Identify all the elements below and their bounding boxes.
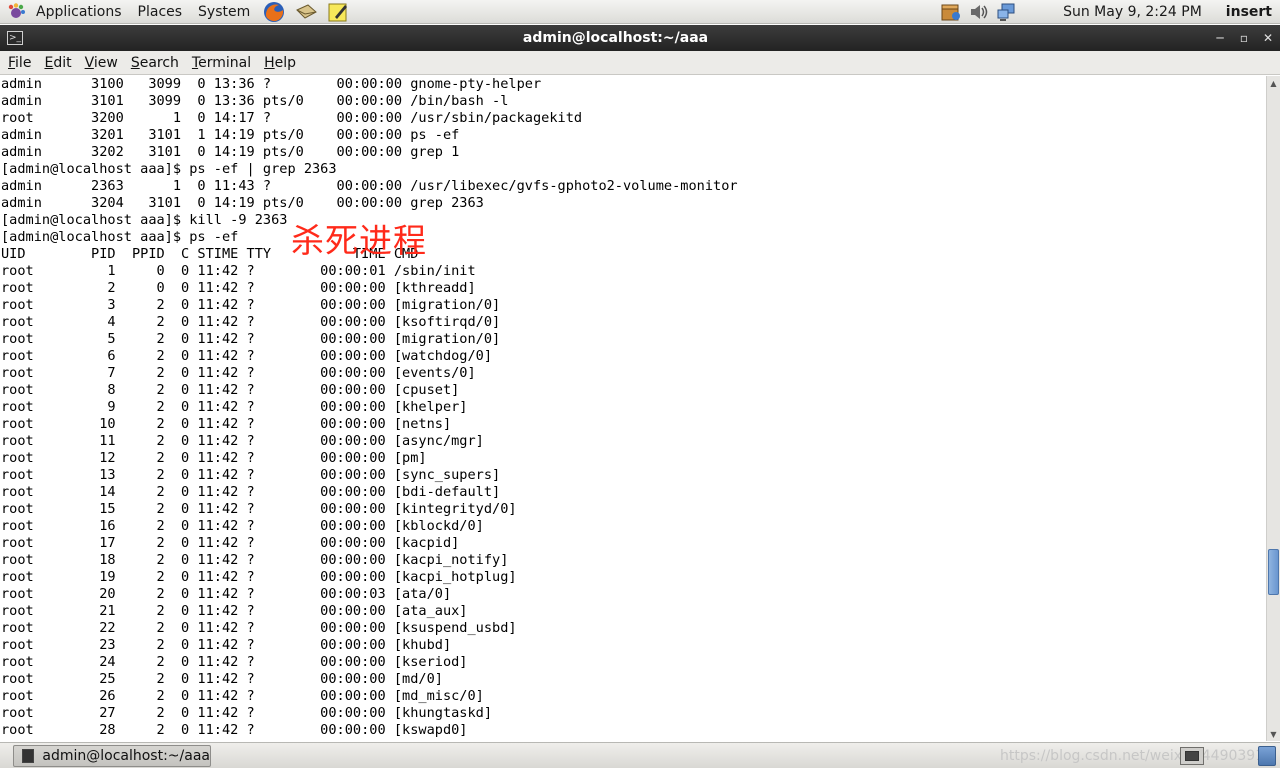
menu-search[interactable]: Search — [123, 51, 184, 75]
terminal-line: root 4 2 0 11:42 ? 00:00:00 [ksoftirqd/0… — [1, 314, 501, 330]
terminal-line: root 12 2 0 11:42 ? 00:00:00 [pm] — [1, 450, 427, 466]
window-titlebar[interactable]: >_ admin@localhost:~/aaa ─ ▫ ✕ — [0, 25, 1280, 51]
terminal-line: root 26 2 0 11:42 ? 00:00:00 [md_misc/0] — [1, 688, 484, 704]
terminal-task-icon — [22, 748, 35, 763]
scrollbar-thumb[interactable] — [1268, 549, 1279, 595]
scroll-up-icon[interactable]: ▲ — [1267, 76, 1280, 90]
terminal-line: root 10 2 0 11:42 ? 00:00:00 [netns] — [1, 416, 452, 432]
menu-search-label: earch — [139, 54, 179, 71]
menu-search-mnemonic: S — [130, 54, 140, 71]
terminal-line: admin 2363 1 0 11:43 ? 00:00:00 /usr/lib… — [1, 178, 738, 194]
terminal-line: root 20 2 0 11:42 ? 00:00:03 [ata/0] — [1, 586, 452, 602]
menu-help-label: elp — [274, 54, 297, 71]
applications-menu[interactable]: Applications — [28, 0, 130, 24]
menu-help[interactable]: Help — [256, 51, 301, 75]
terminal-line: root 27 2 0 11:42 ? 00:00:00 [khungtaskd… — [1, 705, 493, 721]
menu-view[interactable]: View — [77, 51, 123, 75]
menu-edit-label: dit — [53, 54, 72, 71]
terminal-line: root 8 2 0 11:42 ? 00:00:00 [cpuset] — [1, 382, 460, 398]
terminal-line: root 19 2 0 11:42 ? 00:00:00 [kacpi_hotp… — [1, 569, 517, 585]
text-editor-icon[interactable] — [325, 1, 351, 23]
menu-edit-mnemonic: E — [44, 54, 54, 71]
package-updater-icon[interactable] — [939, 1, 963, 23]
terminal-line: root 16 2 0 11:42 ? 00:00:00 [kblockd/0] — [1, 518, 484, 534]
top-panel: Applications Places System Sun May 9, 2:… — [0, 0, 1280, 24]
menu-file-mnemonic: F — [8, 54, 16, 71]
terminal-line: root 2 0 0 11:42 ? 00:00:00 [kthreadd] — [1, 280, 476, 296]
terminal-text: admin 3100 3099 0 13:36 ? 00:00:00 gnome… — [0, 76, 1266, 739]
terminal-line: root 17 2 0 11:42 ? 00:00:00 [kacpid] — [1, 535, 460, 551]
terminal-menubar: File Edit View Search Terminal Help — [0, 51, 1280, 75]
menu-file[interactable]: File — [0, 51, 36, 75]
kill-process-annotation: 杀死进程 — [291, 221, 427, 260]
menu-edit[interactable]: Edit — [36, 51, 76, 75]
scroll-down-icon[interactable]: ▼ — [1267, 727, 1280, 741]
keyboard-mode-indicator: insert — [1225, 3, 1272, 20]
menu-view-label: iew — [93, 54, 118, 71]
panel-menu: Applications Places System — [0, 0, 354, 24]
terminal-line: admin 3202 3101 0 14:19 pts/0 00:00:00 g… — [1, 144, 460, 160]
panel-clock[interactable]: Sun May 9, 2:24 PM — [1063, 4, 1202, 20]
terminal-line: root 23 2 0 11:42 ? 00:00:00 [khubd] — [1, 637, 452, 653]
terminal-line: root 7 2 0 11:42 ? 00:00:00 [events/0] — [1, 365, 476, 381]
close-icon[interactable]: ✕ — [1256, 31, 1280, 45]
menu-terminal[interactable]: Terminal — [184, 51, 256, 75]
terminal-line: [admin@localhost aaa]$ ps -ef — [1, 229, 239, 245]
terminal-line: root 18 2 0 11:42 ? 00:00:00 [kacpi_noti… — [1, 552, 509, 568]
gnome-foot-icon[interactable] — [6, 2, 26, 22]
terminal-line: root 1 0 0 11:42 ? 00:00:01 /sbin/init — [1, 263, 476, 279]
terminal-line: root 21 2 0 11:42 ? 00:00:00 [ata_aux] — [1, 603, 468, 619]
terminal-line: root 5 2 0 11:42 ? 00:00:00 [migration/0… — [1, 331, 501, 347]
terminal-line: root 3 2 0 11:42 ? 00:00:00 [migration/0… — [1, 297, 501, 313]
taskbar-window-button[interactable]: admin@localhost:~/aaa — [13, 744, 211, 767]
terminal-scrollbar[interactable]: ▲ ▼ — [1266, 76, 1280, 741]
workspace-switcher[interactable] — [1180, 747, 1204, 765]
terminal-line: admin 3101 3099 0 13:36 pts/0 00:00:00 /… — [1, 93, 509, 109]
menu-terminal-label: erminal — [198, 54, 252, 71]
terminal-line: root 25 2 0 11:42 ? 00:00:00 [md/0] — [1, 671, 443, 687]
terminal-line: [admin@localhost aaa]$ ps -ef | grep 236… — [1, 161, 337, 177]
system-menu[interactable]: System — [190, 0, 258, 24]
terminal-window-icon[interactable]: >_ — [7, 31, 23, 45]
terminal-line: root 28 2 0 11:42 ? 00:00:00 [kswapd0] — [1, 722, 468, 738]
volume-icon[interactable] — [967, 1, 991, 23]
mail-icon[interactable] — [293, 1, 319, 23]
system-tray — [937, 1, 1021, 23]
terminal-line: root 15 2 0 11:42 ? 00:00:00 [kintegrity… — [1, 501, 517, 517]
maximize-icon[interactable]: ▫ — [1232, 31, 1256, 45]
firefox-icon[interactable] — [261, 1, 287, 23]
terminal-line: root 9 2 0 11:42 ? 00:00:00 [khelper] — [1, 399, 468, 415]
places-menu[interactable]: Places — [130, 0, 191, 24]
terminal-output[interactable]: admin 3100 3099 0 13:36 ? 00:00:00 gnome… — [0, 76, 1266, 741]
terminal-line: root 24 2 0 11:42 ? 00:00:00 [kseriod] — [1, 654, 468, 670]
terminal-line: root 3200 1 0 14:17 ? 00:00:00 /usr/sbin… — [1, 110, 583, 126]
menu-view-mnemonic: V — [84, 54, 94, 71]
terminal-line: UID PID PPID C STIME TTY TIME CMD — [1, 246, 419, 262]
terminal-line: admin 3204 3101 0 14:19 pts/0 00:00:00 g… — [1, 195, 484, 211]
menu-help-mnemonic: H — [264, 54, 275, 71]
terminal-line: root 11 2 0 11:42 ? 00:00:00 [async/mgr] — [1, 433, 484, 449]
terminal-line: root 13 2 0 11:42 ? 00:00:00 [sync_super… — [1, 467, 501, 483]
network-icon[interactable] — [995, 1, 1019, 23]
window-title: admin@localhost:~/aaa — [522, 30, 709, 46]
menu-file-label: ile — [15, 54, 32, 71]
minimize-icon[interactable]: ─ — [1208, 31, 1232, 45]
taskbar-window-label: admin@localhost:~/aaa — [42, 747, 210, 764]
bottom-panel: admin@localhost:~/aaa https://blog.csdn.… — [0, 742, 1280, 768]
terminal-line: admin 3100 3099 0 13:36 ? 00:00:00 gnome… — [1, 76, 542, 92]
terminal-line: admin 3201 3101 1 14:19 pts/0 00:00:00 p… — [1, 127, 460, 143]
terminal-line: root 14 2 0 11:42 ? 00:00:00 [bdi-defaul… — [1, 484, 501, 500]
terminal-line: [admin@localhost aaa]$ kill -9 2363 — [1, 212, 288, 228]
trash-icon[interactable] — [1258, 746, 1276, 766]
watermark: https://blog.csdn.net/weixin_44903911 — [1000, 748, 1274, 764]
terminal-line: root 22 2 0 11:42 ? 00:00:00 [ksuspend_u… — [1, 620, 517, 636]
terminal-line: root 6 2 0 11:42 ? 00:00:00 [watchdog/0] — [1, 348, 493, 364]
